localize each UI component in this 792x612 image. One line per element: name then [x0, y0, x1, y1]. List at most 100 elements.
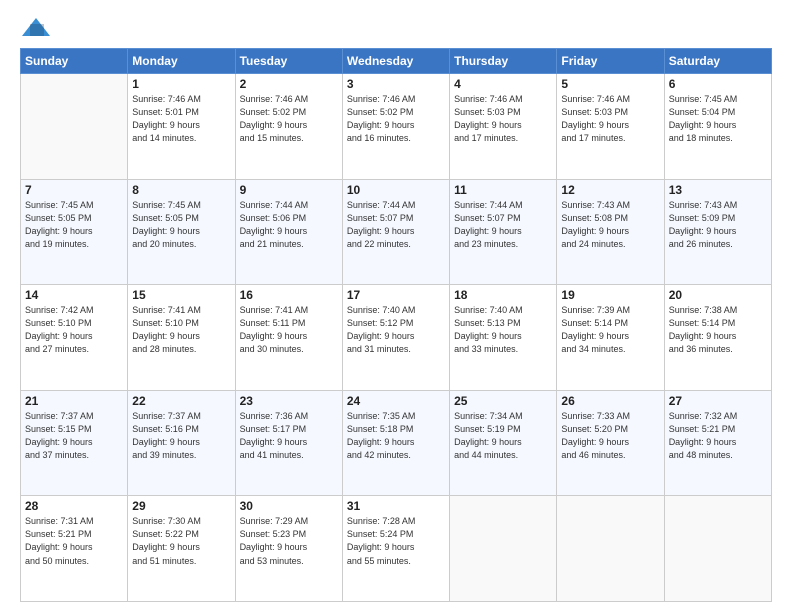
day-number: 14	[25, 288, 123, 302]
day-number: 23	[240, 394, 338, 408]
day-number: 21	[25, 394, 123, 408]
calendar-cell	[664, 496, 771, 602]
day-number: 30	[240, 499, 338, 513]
day-info: Sunrise: 7:41 AM Sunset: 5:11 PM Dayligh…	[240, 304, 338, 356]
calendar-cell: 31Sunrise: 7:28 AM Sunset: 5:24 PM Dayli…	[342, 496, 449, 602]
day-info: Sunrise: 7:33 AM Sunset: 5:20 PM Dayligh…	[561, 410, 659, 462]
days-header-row: Sunday Monday Tuesday Wednesday Thursday…	[21, 49, 772, 74]
day-info: Sunrise: 7:35 AM Sunset: 5:18 PM Dayligh…	[347, 410, 445, 462]
day-number: 15	[132, 288, 230, 302]
day-number: 18	[454, 288, 552, 302]
calendar-cell: 15 Sunrise: 7:41 AM Sunset: 5:10 PM Dayli…	[128, 285, 235, 391]
day-number: 9	[240, 183, 338, 197]
calendar-cell: 21 Sunrise: 7:37 AM Sunset: 5:15 PM Dayli…	[21, 390, 128, 496]
calendar-week-row: 7 Sunrise: 7:45 AM Sunset: 5:05 PM Daylig…	[21, 179, 772, 285]
day-info: Sunrise: 7:42 AM Sunset: 5:10 PM Dayligh…	[25, 304, 123, 356]
calendar-cell: 19Sunrise: 7:39 AM Sunset: 5:14 PM Dayli…	[557, 285, 664, 391]
calendar-cell: 25 Sunrise: 7:34 AM Sunset: 5:19 PM Dayli…	[450, 390, 557, 496]
header-saturday: Saturday	[664, 49, 771, 74]
day-info: Sunrise: 7:38 AM Sunset: 5:14 PM Dayligh…	[669, 304, 767, 356]
day-number: 4	[454, 77, 552, 91]
calendar-cell: 8 Sunrise: 7:45 AM Sunset: 5:05 PM Daylig…	[128, 179, 235, 285]
calendar-cell	[450, 496, 557, 602]
calendar-cell: 18 Sunrise: 7:40 AM Sunset: 5:13 PM Dayli…	[450, 285, 557, 391]
day-info: Sunrise: 7:30 AM Sunset: 5:22 PM Dayligh…	[132, 515, 230, 567]
day-info: Sunrise: 7:36 AM Sunset: 5:17 PM Dayligh…	[240, 410, 338, 462]
day-number: 7	[25, 183, 123, 197]
header-tuesday: Tuesday	[235, 49, 342, 74]
day-info: Sunrise: 7:45 AM Sunset: 5:05 PM Dayligh…	[132, 199, 230, 251]
day-info: Sunrise: 7:44 AM Sunset: 5:07 PM Dayligh…	[347, 199, 445, 251]
day-number: 1	[132, 77, 230, 91]
calendar-cell: 3Sunrise: 7:46 AM Sunset: 5:02 PM Daylig…	[342, 74, 449, 180]
day-info: Sunrise: 7:46 AM Sunset: 5:01 PM Dayligh…	[132, 93, 230, 145]
calendar-cell: 28 Sunrise: 7:31 AM Sunset: 5:21 PM Dayli…	[21, 496, 128, 602]
calendar-body: 1 Sunrise: 7:46 AM Sunset: 5:01 PM Daylig…	[21, 74, 772, 602]
calendar-cell: 17 Sunrise: 7:40 AM Sunset: 5:12 PM Dayli…	[342, 285, 449, 391]
day-number: 20	[669, 288, 767, 302]
day-number: 29	[132, 499, 230, 513]
calendar-cell: 10 Sunrise: 7:44 AM Sunset: 5:07 PM Dayli…	[342, 179, 449, 285]
calendar-cell: 4 Sunrise: 7:46 AM Sunset: 5:03 PM Daylig…	[450, 74, 557, 180]
header-wednesday: Wednesday	[342, 49, 449, 74]
calendar-cell: 22 Sunrise: 7:37 AM Sunset: 5:16 PM Dayli…	[128, 390, 235, 496]
calendar-cell: 9 Sunrise: 7:44 AM Sunset: 5:06 PM Daylig…	[235, 179, 342, 285]
day-info: Sunrise: 7:44 AM Sunset: 5:06 PM Dayligh…	[240, 199, 338, 251]
day-info: Sunrise: 7:45 AM Sunset: 5:04 PM Dayligh…	[669, 93, 767, 145]
day-info: Sunrise: 7:43 AM Sunset: 5:09 PM Dayligh…	[669, 199, 767, 251]
calendar-cell: 27 Sunrise: 7:32 AM Sunset: 5:21 PM Dayli…	[664, 390, 771, 496]
day-number: 2	[240, 77, 338, 91]
day-number: 6	[669, 77, 767, 91]
day-info: Sunrise: 7:40 AM Sunset: 5:12 PM Dayligh…	[347, 304, 445, 356]
day-number: 10	[347, 183, 445, 197]
day-number: 19	[561, 288, 659, 302]
day-number: 27	[669, 394, 767, 408]
calendar-cell: 26Sunrise: 7:33 AM Sunset: 5:20 PM Dayli…	[557, 390, 664, 496]
day-info: Sunrise: 7:32 AM Sunset: 5:21 PM Dayligh…	[669, 410, 767, 462]
calendar-cell: 16 Sunrise: 7:41 AM Sunset: 5:11 PM Dayli…	[235, 285, 342, 391]
day-number: 16	[240, 288, 338, 302]
day-info: Sunrise: 7:46 AM Sunset: 5:02 PM Dayligh…	[240, 93, 338, 145]
day-info: Sunrise: 7:40 AM Sunset: 5:13 PM Dayligh…	[454, 304, 552, 356]
page: Sunday Monday Tuesday Wednesday Thursday…	[0, 0, 792, 612]
day-number: 5	[561, 77, 659, 91]
calendar-week-row: 1 Sunrise: 7:46 AM Sunset: 5:01 PM Daylig…	[21, 74, 772, 180]
day-info: Sunrise: 7:31 AM Sunset: 5:21 PM Dayligh…	[25, 515, 123, 567]
calendar-cell: 20 Sunrise: 7:38 AM Sunset: 5:14 PM Dayli…	[664, 285, 771, 391]
day-info: Sunrise: 7:43 AM Sunset: 5:08 PM Dayligh…	[561, 199, 659, 251]
calendar-cell: 24 Sunrise: 7:35 AM Sunset: 5:18 PM Dayli…	[342, 390, 449, 496]
day-info: Sunrise: 7:37 AM Sunset: 5:16 PM Dayligh…	[132, 410, 230, 462]
day-number: 13	[669, 183, 767, 197]
day-number: 11	[454, 183, 552, 197]
day-info: Sunrise: 7:29 AM Sunset: 5:23 PM Dayligh…	[240, 515, 338, 567]
day-info: Sunrise: 7:34 AM Sunset: 5:19 PM Dayligh…	[454, 410, 552, 462]
calendar-header: Sunday Monday Tuesday Wednesday Thursday…	[21, 49, 772, 74]
calendar-cell: 2 Sunrise: 7:46 AM Sunset: 5:02 PM Daylig…	[235, 74, 342, 180]
calendar-cell: 29 Sunrise: 7:30 AM Sunset: 5:22 PM Dayli…	[128, 496, 235, 602]
calendar-cell: 30 Sunrise: 7:29 AM Sunset: 5:23 PM Dayli…	[235, 496, 342, 602]
day-info: Sunrise: 7:46 AM Sunset: 5:02 PM Dayligh…	[347, 93, 445, 145]
day-info: Sunrise: 7:41 AM Sunset: 5:10 PM Dayligh…	[132, 304, 230, 356]
day-number: 24	[347, 394, 445, 408]
day-number: 25	[454, 394, 552, 408]
calendar-cell: 14 Sunrise: 7:42 AM Sunset: 5:10 PM Dayli…	[21, 285, 128, 391]
header-friday: Friday	[557, 49, 664, 74]
day-number: 28	[25, 499, 123, 513]
day-number: 22	[132, 394, 230, 408]
header-sunday: Sunday	[21, 49, 128, 74]
calendar: Sunday Monday Tuesday Wednesday Thursday…	[20, 48, 772, 602]
day-info: Sunrise: 7:44 AM Sunset: 5:07 PM Dayligh…	[454, 199, 552, 251]
day-info: Sunrise: 7:46 AM Sunset: 5:03 PM Dayligh…	[561, 93, 659, 145]
calendar-week-row: 21 Sunrise: 7:37 AM Sunset: 5:15 PM Dayli…	[21, 390, 772, 496]
calendar-cell: 1 Sunrise: 7:46 AM Sunset: 5:01 PM Daylig…	[128, 74, 235, 180]
calendar-cell	[557, 496, 664, 602]
day-number: 17	[347, 288, 445, 302]
day-info: Sunrise: 7:37 AM Sunset: 5:15 PM Dayligh…	[25, 410, 123, 462]
header-monday: Monday	[128, 49, 235, 74]
logo-icon	[20, 16, 52, 40]
calendar-cell: 11 Sunrise: 7:44 AM Sunset: 5:07 PM Dayli…	[450, 179, 557, 285]
calendar-cell	[21, 74, 128, 180]
day-info: Sunrise: 7:46 AM Sunset: 5:03 PM Dayligh…	[454, 93, 552, 145]
header-thursday: Thursday	[450, 49, 557, 74]
day-number: 8	[132, 183, 230, 197]
